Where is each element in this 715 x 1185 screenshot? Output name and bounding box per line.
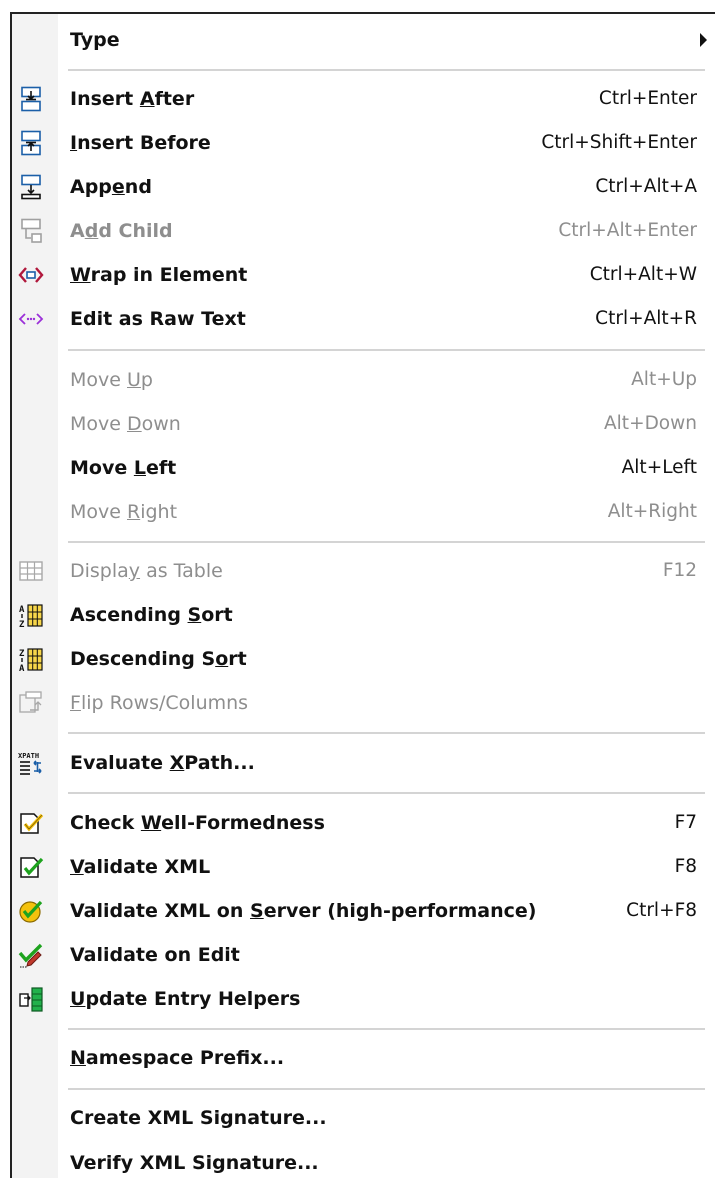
menu-item-label: Validate XML <box>70 856 211 878</box>
shortcut: F7 <box>674 812 697 833</box>
menu-item-check-well-formedness[interactable]: Check Well-Formedness F7 <box>12 801 715 845</box>
menu-item-label: Move Left <box>70 457 177 479</box>
menu-item-evaluate-xpath[interactable]: XPATH Evaluate XPath... <box>12 741 715 785</box>
insert-before-icon <box>18 130 44 156</box>
menu-item-label: Namespace Prefix... <box>70 1047 285 1069</box>
validate-server-icon <box>18 898 44 924</box>
menu-item-flip-rows-columns[interactable]: Flip Rows/Columns <box>12 681 715 725</box>
raw-text-icon <box>18 306 44 332</box>
wrap-element-icon <box>18 262 44 288</box>
shortcut: Ctrl+Alt+R <box>595 308 697 329</box>
shortcut: Ctrl+Enter <box>598 88 697 109</box>
context-menu: Type Insert After Ctrl+Enter Insert Befo… <box>10 12 715 1178</box>
validate-icon <box>18 854 44 880</box>
separator <box>68 349 705 351</box>
menu-item-label: Move Right <box>70 501 178 523</box>
add-child-icon <box>18 218 44 244</box>
menu-item-descending-sort[interactable]: Z A Descending Sort <box>12 637 715 681</box>
shortcut: F8 <box>674 856 697 877</box>
menu-item-label: Verify XML Signature... <box>70 1152 319 1174</box>
menu-item-label: Validate XML on Server (high-performance… <box>70 900 537 922</box>
menu-item-label: Move Down <box>70 413 181 435</box>
menu-item-label: Check Well-Formedness <box>70 812 325 834</box>
menu-item-wrap-in-element[interactable]: Wrap in Element Ctrl+Alt+W <box>12 253 715 297</box>
check-wellformed-icon <box>18 810 44 836</box>
validate-edit-icon <box>18 942 44 968</box>
svg-text:A: A <box>19 664 25 672</box>
shortcut: F12 <box>662 560 697 581</box>
shortcut: Alt+Right <box>607 501 697 522</box>
insert-after-icon <box>18 86 44 112</box>
descending-sort-icon: Z A <box>18 646 44 672</box>
menu-item-label: Evaluate XPath... <box>70 752 255 774</box>
menu-item-label: Insert Before <box>70 132 211 154</box>
shortcut: Ctrl+Shift+Enter <box>541 132 697 153</box>
menu-item-display-as-table[interactable]: Display as Table F12 <box>12 549 715 593</box>
menu-item-insert-after[interactable]: Insert After Ctrl+Enter <box>12 77 715 121</box>
menu-item-label: Ascending Sort <box>70 604 233 626</box>
menu-item-label: Wrap in Element <box>70 264 248 286</box>
entry-helpers-icon <box>18 986 44 1012</box>
menu-item-label: Validate on Edit <box>70 944 240 966</box>
menu-item-append[interactable]: Append Ctrl+Alt+A <box>12 165 715 209</box>
menu-item-label: Edit as Raw Text <box>70 308 246 330</box>
menu-item-create-xml-signature[interactable]: Create XML Signature... <box>12 1096 715 1140</box>
menu-item-validate-on-edit[interactable]: Validate on Edit <box>12 933 715 977</box>
menu-item-verify-xml-signature[interactable]: Verify XML Signature... <box>12 1141 715 1185</box>
menu-item-label: Move Up <box>70 369 153 391</box>
separator <box>68 732 705 734</box>
menu-item-validate-on-server[interactable]: Validate XML on Server (high-performance… <box>12 889 715 933</box>
svg-text:XPATH: XPATH <box>18 752 39 760</box>
menu-item-label: Type <box>70 29 120 51</box>
shortcut: Alt+Up <box>631 369 697 390</box>
shortcut: Ctrl+Alt+Enter <box>558 220 697 241</box>
svg-text:Z: Z <box>19 620 25 628</box>
separator <box>68 541 705 543</box>
menu-item-namespace-prefix[interactable]: Namespace Prefix... <box>12 1036 715 1080</box>
svg-text:Z: Z <box>19 649 25 659</box>
menu-item-label: Display as Table <box>70 560 223 582</box>
menu-item-ascending-sort[interactable]: A Z Ascending Sort <box>12 593 715 637</box>
menu-item-move-up[interactable]: Move Up Alt+Up <box>12 358 715 402</box>
menu-item-validate-xml[interactable]: Validate XML F8 <box>12 845 715 889</box>
shortcut: Ctrl+Alt+W <box>589 264 697 285</box>
menu-item-move-right[interactable]: Move Right Alt+Right <box>12 490 715 534</box>
menu-item-label: Descending Sort <box>70 648 247 670</box>
menu-item-edit-raw-text[interactable]: Edit as Raw Text Ctrl+Alt+R <box>12 297 715 341</box>
shortcut: Ctrl+Alt+A <box>595 176 697 197</box>
xpath-icon: XPATH <box>18 750 44 776</box>
menu-item-label: Update Entry Helpers <box>70 988 301 1010</box>
ascending-sort-icon: A Z <box>18 602 44 628</box>
menu-item-insert-before[interactable]: Insert Before Ctrl+Shift+Enter <box>12 121 715 165</box>
menu-item-label: Flip Rows/Columns <box>70 692 249 714</box>
separator <box>68 792 705 794</box>
shortcut: Alt+Left <box>621 457 697 478</box>
menu-item-type[interactable]: Type <box>12 18 715 62</box>
table-icon <box>18 558 44 584</box>
submenu-arrow-icon <box>700 33 707 47</box>
menu-item-add-child[interactable]: Add Child Ctrl+Alt+Enter <box>12 209 715 253</box>
separator <box>68 1028 705 1030</box>
menu-item-label: Add Child <box>70 220 173 242</box>
menu-item-move-down[interactable]: Move Down Alt+Down <box>12 402 715 446</box>
separator <box>68 69 705 71</box>
separator <box>68 1088 705 1090</box>
menu-item-label: Append <box>70 176 152 198</box>
flip-icon <box>18 690 44 716</box>
menu-item-label: Insert After <box>70 88 195 110</box>
menu-item-label: Create XML Signature... <box>70 1107 327 1129</box>
shortcut: Ctrl+F8 <box>626 900 697 921</box>
menu-item-move-left[interactable]: Move Left Alt+Left <box>12 446 715 490</box>
menu-item-update-entry-helpers[interactable]: Update Entry Helpers <box>12 977 715 1021</box>
svg-text:A: A <box>19 605 25 615</box>
shortcut: Alt+Down <box>604 413 697 434</box>
append-icon <box>18 174 44 200</box>
